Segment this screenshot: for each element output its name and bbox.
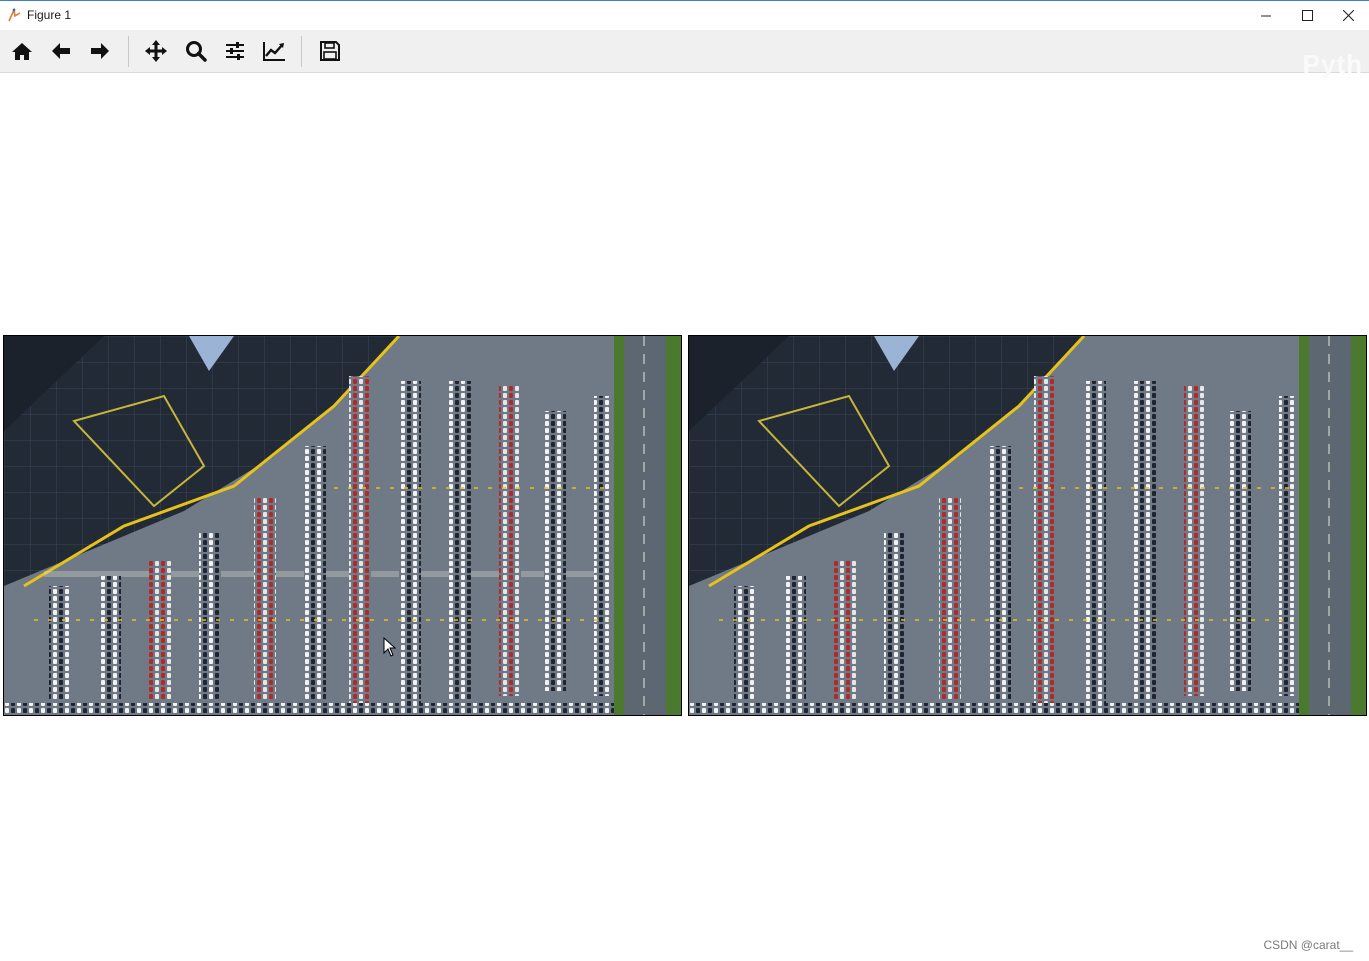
csdn-watermark: CSDN @carat__ [1263, 938, 1353, 952]
magnifier-icon [186, 41, 207, 62]
minimize-button[interactable] [1244, 1, 1288, 30]
right-parking-lot-image [689, 336, 1366, 715]
close-button[interactable] [1326, 1, 1369, 30]
matplotlib-app-icon [8, 7, 21, 22]
arrow-left-icon [52, 43, 70, 59]
move-icon [145, 40, 167, 62]
edit-axes-button[interactable] [260, 37, 288, 65]
background-ghost-text: Pyth [1302, 49, 1363, 79]
forward-button[interactable] [86, 37, 114, 65]
floppy-disk-icon [320, 41, 340, 61]
left-parking-lot-image [4, 336, 681, 715]
zoom-button[interactable] [182, 37, 210, 65]
navigation-toolbar [0, 30, 1369, 73]
maximize-button[interactable] [1285, 1, 1329, 30]
right-image-axes[interactable] [688, 335, 1367, 716]
window-title: Figure 1 [27, 8, 72, 22]
pan-button[interactable] [142, 37, 170, 65]
home-button[interactable] [8, 37, 36, 65]
window-titlebar: Figure 1 [0, 0, 1369, 30]
left-image-axes[interactable] [3, 335, 682, 716]
home-icon [12, 43, 32, 60]
back-button[interactable] [47, 37, 75, 65]
sliders-icon [226, 42, 244, 60]
minimize-icon [1261, 15, 1271, 16]
toolbar-separator [301, 36, 302, 67]
arrow-right-icon [91, 43, 109, 59]
mouse-cursor-icon [383, 637, 397, 657]
line-chart-icon [263, 42, 285, 61]
save-button[interactable] [316, 37, 344, 65]
toolbar-separator [128, 36, 129, 67]
close-icon [1342, 10, 1354, 21]
maximize-icon [1301, 10, 1313, 21]
configure-subplots-button[interactable] [221, 37, 249, 65]
